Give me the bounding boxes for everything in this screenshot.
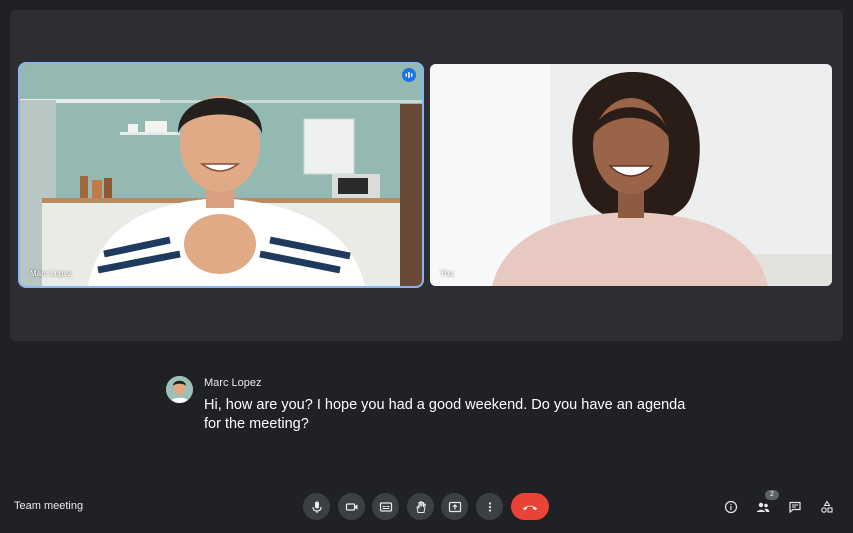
participant-tile-you[interactable]: You — [430, 64, 832, 286]
meeting-info-button[interactable] — [722, 498, 740, 516]
chat-button[interactable] — [786, 498, 804, 516]
end-call-button[interactable] — [511, 493, 549, 520]
mic-button[interactable] — [303, 493, 330, 520]
chat-icon — [789, 501, 801, 514]
captions-icon — [379, 501, 392, 512]
present-button[interactable] — [441, 493, 468, 520]
raise-hand-button[interactable] — [407, 493, 434, 520]
camera-icon — [345, 502, 357, 511]
participant-tile-marc[interactable]: Marc Lopez — [20, 64, 422, 286]
people-icon — [756, 502, 770, 512]
present-icon — [448, 501, 461, 512]
people-button[interactable] — [754, 498, 772, 516]
meeting-title: Team meeting — [14, 500, 84, 512]
more-options-icon — [488, 501, 491, 512]
caption-text: Hi, how are you? I hope you had a good w… — [204, 397, 686, 432]
people-count-badge: 2 — [765, 490, 779, 500]
video-stage: Marc Lopez You — [10, 10, 843, 341]
camera-button[interactable] — [338, 493, 365, 520]
activities-button[interactable] — [818, 498, 836, 516]
speaker-avatar — [166, 376, 193, 403]
end-call-icon — [523, 505, 537, 510]
caption-speaker-name: Marc Lopez — [204, 377, 262, 389]
raise-hand-icon — [415, 500, 426, 513]
self-name-label: You — [440, 269, 454, 278]
captions-button[interactable] — [372, 493, 399, 520]
participant-name-label: Marc Lopez — [30, 269, 72, 278]
info-icon — [724, 500, 738, 514]
activities-icon — [821, 500, 833, 513]
speaking-indicator-icon — [402, 68, 416, 82]
self-video-feed — [430, 64, 832, 286]
marc-video-feed — [20, 64, 422, 286]
mic-icon — [311, 501, 322, 513]
more-options-button[interactable] — [476, 493, 503, 520]
